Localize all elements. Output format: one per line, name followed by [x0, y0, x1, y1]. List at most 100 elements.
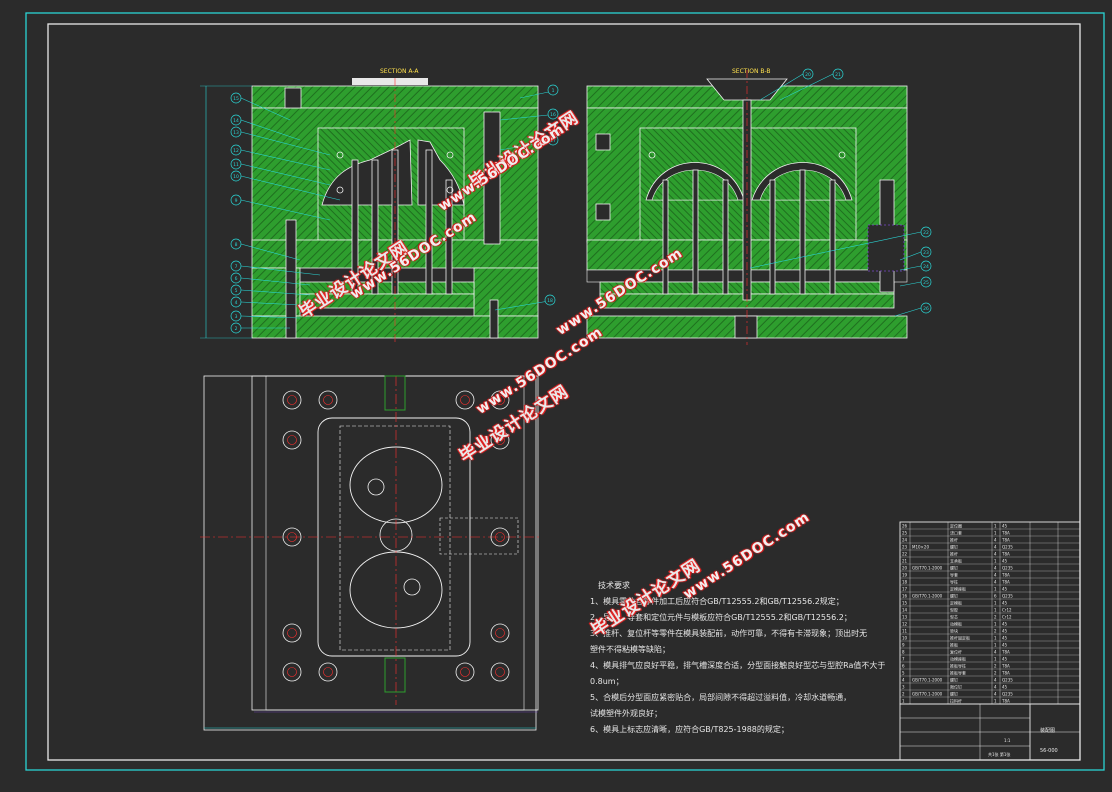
tech-req-item: 试模塑件外观良好；	[590, 709, 662, 718]
bom-cell: 4	[994, 552, 997, 557]
bom-cell: 6	[902, 664, 905, 669]
drawing-scale: 1:1	[1004, 738, 1011, 743]
bom-cell: Q235	[1002, 594, 1013, 599]
bom-cell: 23	[902, 545, 908, 550]
bom-cell: Cr12	[1002, 615, 1012, 620]
bom-cell: 26	[902, 524, 908, 529]
tech-req-item: 塑件不得粘模等缺陷；	[590, 645, 670, 654]
bom-cell: Q235	[1002, 545, 1013, 550]
bom-cell: 动模板	[950, 621, 962, 627]
bom-cell: 动模座板	[950, 656, 966, 662]
bom-cell: 拉料杆	[950, 698, 962, 704]
balloon-number: 18	[547, 298, 553, 304]
bom-cell: 45	[1002, 685, 1008, 690]
bom-cell: 22	[902, 552, 908, 557]
balloon-number: 9	[235, 198, 238, 204]
bom-cell: 2	[994, 615, 997, 620]
tech-req-item: 4、模具排气应良好平稳，排气槽深度合适，分型面接触良好型芯与型腔Ra值不大于	[590, 661, 886, 670]
balloon-number: 12	[233, 148, 239, 154]
bom-cell: 1	[994, 622, 997, 627]
bom-cell: 4	[994, 573, 997, 578]
bolt-hole	[282, 390, 302, 410]
bom-cell: T8A	[1001, 531, 1010, 536]
bom-cell: 24	[902, 538, 908, 543]
bom-cell: 型腔	[950, 607, 958, 613]
bom-cell: GB/T70.1-2000	[912, 678, 943, 683]
bolt-hole-inner	[287, 667, 297, 677]
bom-cell: 1	[994, 531, 997, 536]
bolt-hole-inner	[287, 395, 297, 405]
bom-cell: T8A	[1001, 664, 1010, 669]
bom-cell: GB/T70.1-2000	[912, 594, 943, 599]
bom-cell: 螺钉	[950, 691, 958, 697]
bolt-hole-inner	[323, 667, 333, 677]
bom-cell: 2	[902, 692, 905, 697]
bom-cell: 4	[902, 678, 905, 683]
bom-cell: 复位杆	[950, 649, 962, 655]
balloon-number: 3	[235, 314, 238, 320]
bill-of-materials: 26 定位圈 1 4525 浇口套 1 T8A24 推杆 4 T8A23 M10×20 螺钉 4 Q235…	[899, 521, 1081, 705]
bom-cell: 推板导柱	[950, 663, 966, 669]
bom-cell: 定模板	[950, 600, 962, 606]
bom-cell: T8A	[1001, 552, 1010, 557]
balloon-number: 1	[552, 88, 555, 94]
bolt-hole	[455, 662, 475, 682]
bom-cell: 45	[1002, 601, 1008, 606]
bom-cell: 8	[902, 650, 905, 655]
bom-cell: 45	[1002, 636, 1008, 641]
bolt-hole-inner	[460, 667, 470, 677]
cad-drawing-stage: SECTION A-A 15 14 13 12 11 10 9 8 7 6 5 …	[0, 0, 1112, 788]
bom-cell: 14	[902, 608, 908, 613]
section-a-view: SECTION A-A	[200, 68, 539, 345]
bom-cell: 5	[902, 671, 905, 676]
bom-cell: 1	[994, 636, 997, 641]
bom-cell: T8A	[1001, 671, 1010, 676]
bom-cell: T8A	[1001, 650, 1010, 655]
leader-line	[894, 307, 922, 317]
bom-cell: 4	[994, 538, 997, 543]
bom-cell: 1	[994, 587, 997, 592]
section-a-label: SECTION A-A	[380, 68, 419, 75]
bom-cell: 支承板	[950, 558, 962, 564]
bom-cell: 推板	[950, 642, 958, 648]
balloon-number: 15	[233, 96, 239, 102]
bom-cell: 45	[1002, 587, 1008, 592]
balloon-number: 21	[835, 72, 841, 78]
bom-cell: 4	[994, 692, 997, 697]
bolt-hole-inner	[287, 435, 297, 445]
bom-cell: 4	[994, 685, 997, 690]
title-block: 装配图 56-000 1:1 共1张 第1张	[899, 703, 1081, 761]
bom-cell: 45	[1002, 643, 1008, 648]
bom-cell: 17	[902, 587, 908, 592]
balloon-number: 6	[235, 276, 238, 282]
bom-cell: 推杆固定板	[950, 635, 970, 641]
bom-cell: 2	[994, 664, 997, 669]
bom-cell: 推杆	[950, 551, 958, 557]
bom-cell: 2	[994, 671, 997, 676]
bom-cell: 20	[902, 566, 908, 571]
bom-cell: 45	[1002, 622, 1008, 627]
balloon-number: 7	[235, 264, 238, 270]
balloon-number: 23	[923, 250, 929, 256]
bom-cell: 浇口套	[950, 530, 962, 536]
bom-cell: 15	[902, 601, 908, 606]
bom-cell: 推杆	[950, 537, 958, 543]
bolt-hole	[282, 430, 302, 450]
bom-cell: 1	[994, 699, 997, 704]
bom-cell: 4	[994, 566, 997, 571]
balloon-number: 2	[235, 326, 238, 332]
bom-cell: 螺钉	[950, 565, 958, 571]
bom-cell: 螺钉	[950, 544, 958, 550]
bom-cell: 45	[1002, 559, 1008, 564]
balloon-number: 5	[235, 288, 238, 294]
bom-cell: 12	[902, 622, 908, 627]
bom-cell: 9	[902, 643, 905, 648]
balloon-number: 25	[923, 280, 929, 286]
balloon-number: 13	[233, 130, 239, 136]
bom-cell: 定模座板	[950, 586, 966, 592]
bom-cell: 4	[994, 650, 997, 655]
bolt-hole-inner	[287, 628, 297, 638]
bom-cell: Cr12	[1002, 608, 1012, 613]
bom-cell: T8A	[1001, 538, 1010, 543]
tech-req-item: 3、推杆、复位杆等零件在模具装配前，动作可靠，不得有卡滞现象；顶出时无	[590, 629, 868, 638]
